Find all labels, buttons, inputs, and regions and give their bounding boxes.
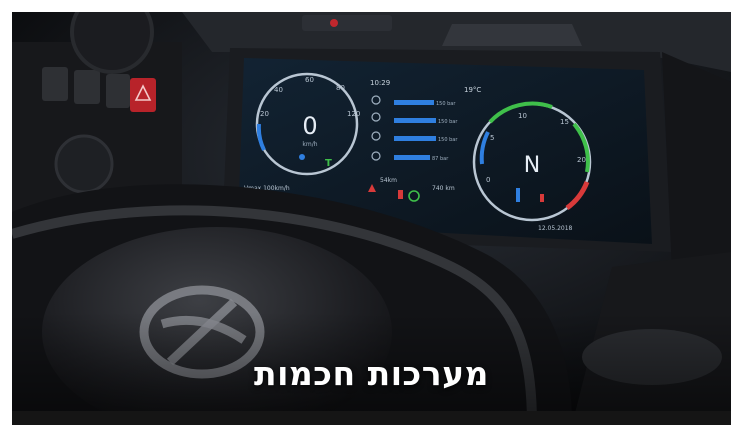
blue-indicator-icon xyxy=(299,154,305,160)
temperature: 19°C xyxy=(464,86,481,94)
speed-tick-3: 80 xyxy=(336,84,345,92)
rpm-tick-3: 15 xyxy=(560,118,569,126)
switch-1 xyxy=(42,67,68,101)
speed-tick-2: 60 xyxy=(305,76,314,84)
gear-display: N xyxy=(524,153,540,178)
speed-value: 0 xyxy=(302,112,317,140)
rpm-tick-0: 0 xyxy=(486,176,490,184)
gear-indicator-t: T xyxy=(325,158,332,169)
pressure-2: 150 bar xyxy=(438,119,458,125)
card-bottom-bar xyxy=(12,411,731,425)
speed-tick-5: 120 xyxy=(347,110,360,118)
rpm-tick-4: 20 xyxy=(577,156,586,164)
rotary-knob xyxy=(54,134,114,194)
red-indicator-icon xyxy=(398,190,403,199)
fuel-level-bar xyxy=(516,188,520,202)
hazard-button xyxy=(130,78,156,112)
date-display: 12.05.2018 xyxy=(538,225,573,232)
pressure-1: 150 bar xyxy=(436,101,456,107)
rpm-tick-1: 5 xyxy=(490,134,494,142)
photo-card[interactable]: 0 km/h 40 60 80 20 120 T Vmax 100km/h 10… xyxy=(12,12,731,425)
speed-tick-1: 40 xyxy=(274,86,283,94)
switch-3 xyxy=(106,74,130,108)
rpm-tick-2: 10 xyxy=(518,112,527,120)
trip-distance: 54km xyxy=(380,177,397,184)
pressure-4: 87 bar xyxy=(432,156,449,162)
speed-unit: km/h xyxy=(302,141,317,148)
card-caption: מערכות חכמות xyxy=(254,354,489,393)
speed-tick-0: 20 xyxy=(260,110,269,118)
pressure-3: 150 bar xyxy=(438,137,458,143)
switch-2 xyxy=(74,70,100,104)
total-distance: 740 km xyxy=(432,185,455,192)
clock-time: 10:29 xyxy=(370,79,390,87)
adblue-level-bar xyxy=(540,194,544,202)
